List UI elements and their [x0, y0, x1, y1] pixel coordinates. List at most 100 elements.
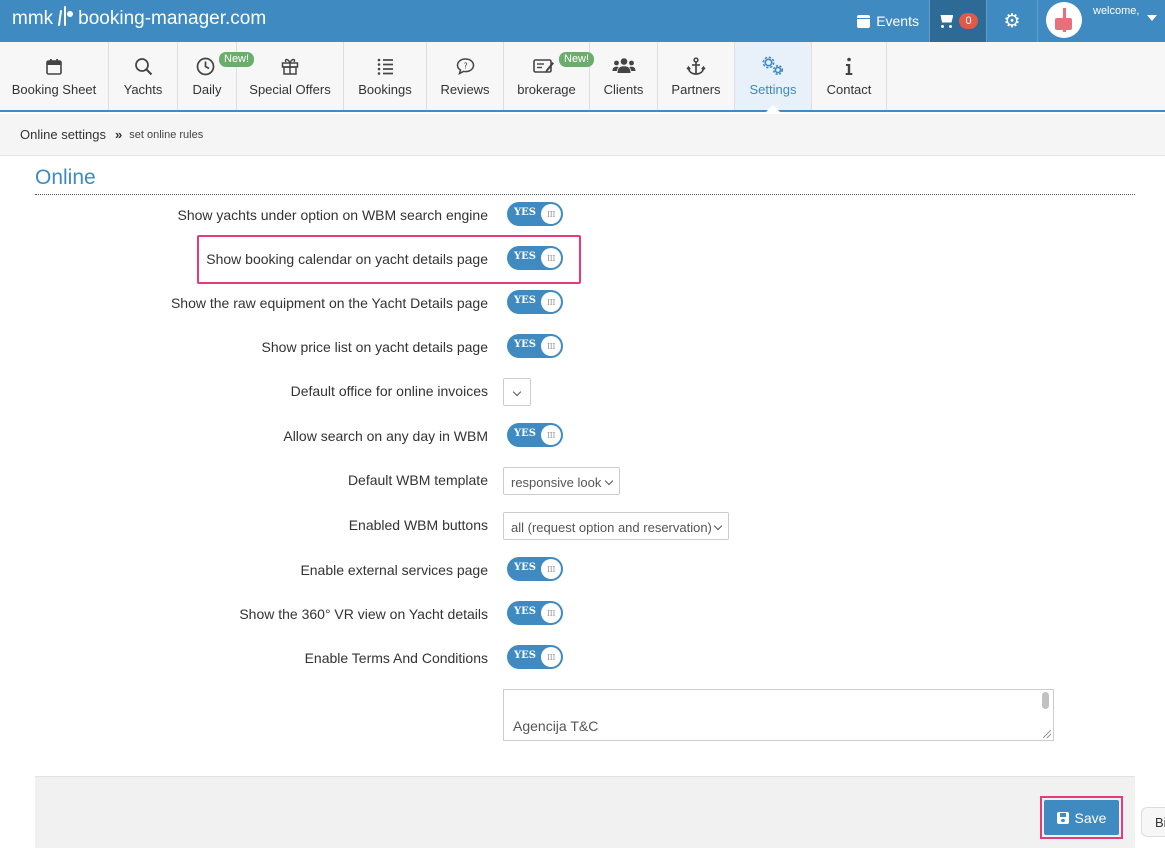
- toggle-knob: III: [541, 603, 561, 623]
- setting-label: Show the raw equipment on the Yacht Deta…: [170, 295, 488, 311]
- setting-label: Allow search on any day in WBM: [283, 428, 488, 444]
- toggle-switch[interactable]: YES III: [507, 202, 563, 226]
- nav-label: Contact: [826, 82, 872, 97]
- nav-label: Bookings: [358, 82, 412, 97]
- events-button[interactable]: Events: [857, 0, 929, 42]
- toggle-state: YES: [514, 295, 536, 306]
- nav-label: Booking Sheet: [11, 82, 97, 97]
- anchor-icon: [686, 55, 706, 77]
- nav-special-offers[interactable]: Special Offers: [237, 42, 344, 110]
- save-button[interactable]: Save: [1044, 800, 1119, 835]
- nav-booking-sheet[interactable]: Booking Sheet: [0, 42, 109, 110]
- caret-down-icon: [1147, 15, 1157, 21]
- logo-mark-icon: [55, 6, 75, 30]
- toggle-switch[interactable]: YES III: [507, 601, 563, 625]
- cart-count-badge: 0: [959, 13, 978, 29]
- setting-label: Show the 360° VR view on Yacht details: [239, 606, 488, 622]
- nav-label: Clients: [603, 82, 644, 97]
- highlight-box: [197, 235, 581, 284]
- toggle-switch[interactable]: YES III: [507, 290, 563, 314]
- toggle-knob: III: [541, 647, 561, 667]
- avatar: [1046, 2, 1082, 38]
- toggle-switch[interactable]: YES III: [507, 334, 563, 358]
- user-menu[interactable]: welcome,: [1037, 0, 1165, 42]
- toggle-state: YES: [514, 650, 536, 661]
- toggle-knob: III: [541, 425, 561, 445]
- toggle-state: YES: [514, 207, 536, 218]
- default-office-select[interactable]: [503, 378, 531, 406]
- nav-label: Daily: [192, 82, 222, 97]
- setting-row-wbm-buttons: Enabled WBM buttons all (request option …: [0, 512, 1165, 540]
- setting-row-wbm-template: Default WBM template responsive look: [0, 467, 1165, 495]
- setting-row-yachts-under-option: Show yachts under option on WBM search e…: [0, 202, 1165, 228]
- wbm-template-select[interactable]: responsive look: [503, 467, 620, 495]
- nav-clients[interactable]: Clients: [590, 42, 658, 110]
- setting-row-vr-view: Show the 360° VR view on Yacht details Y…: [0, 601, 1165, 627]
- wbm-buttons-select[interactable]: all (request option and reservation): [503, 512, 729, 540]
- gift-icon: [281, 55, 299, 77]
- nav-partners[interactable]: Partners: [658, 42, 735, 110]
- select-value: all (request option and reservation): [511, 520, 712, 535]
- setting-label: Enable Terms And Conditions: [304, 650, 488, 666]
- setting-label: Enabled WBM buttons: [348, 517, 488, 533]
- form-footer: [35, 776, 1135, 848]
- nav-reviews[interactable]: ? Reviews: [427, 42, 504, 110]
- nav-bookings[interactable]: Bookings: [344, 42, 427, 110]
- save-label: Save: [1074, 809, 1107, 826]
- setting-row-price-list: Show price list on yacht details page YE…: [0, 334, 1165, 360]
- events-label: Events: [876, 13, 919, 29]
- users-icon: [612, 55, 636, 77]
- setting-row-default-office: Default office for online invoices: [0, 378, 1165, 406]
- toggle-switch[interactable]: YES III: [507, 423, 563, 447]
- comment-icon: ?: [456, 55, 475, 77]
- toggle-switch[interactable]: YES III: [507, 645, 563, 669]
- setting-label: Show price list on yacht details page: [261, 339, 488, 355]
- scrollbar[interactable]: [1042, 692, 1049, 709]
- nav-settings[interactable]: Settings: [735, 42, 812, 112]
- setting-label: Default office for online invoices: [290, 383, 488, 399]
- logo-prefix: mmk: [12, 8, 54, 29]
- setting-row-raw-equipment: Show the raw equipment on the Yacht Deta…: [0, 290, 1165, 316]
- toggle-state: YES: [514, 606, 536, 617]
- toggle-knob: III: [541, 204, 561, 224]
- setting-row-booking-calendar: Show booking calendar on yacht details p…: [0, 246, 1165, 272]
- calendar-icon: [857, 14, 871, 28]
- cart-icon: [938, 14, 956, 29]
- chevron-down-icon: [512, 387, 522, 397]
- new-badge: New!: [559, 52, 595, 67]
- toggle-knob: III: [541, 292, 561, 312]
- side-tab[interactable]: Bi: [1141, 807, 1165, 837]
- gear-icon: ⚙: [1003, 10, 1021, 32]
- resize-handle[interactable]: [1043, 730, 1051, 738]
- search-icon: [134, 55, 153, 77]
- setting-label: Default WBM template: [347, 472, 488, 488]
- nav-label: Partners: [671, 82, 721, 97]
- calendar-icon: [46, 55, 62, 77]
- toggle-switch[interactable]: YES III: [507, 557, 563, 581]
- breadcrumb-parent[interactable]: Online settings: [20, 127, 106, 142]
- toggle-knob: III: [541, 559, 561, 579]
- settings-gear-button[interactable]: ⚙: [986, 0, 1037, 42]
- terms-textarea[interactable]: Agencija T&C: [503, 689, 1054, 741]
- setting-row-terms: Enable Terms And Conditions YES III: [0, 645, 1165, 671]
- chevron-down-icon: [604, 476, 614, 486]
- setting-row-search-any-day: Allow search on any day in WBM YES III: [0, 423, 1165, 449]
- nav-daily[interactable]: New! Daily: [178, 42, 255, 110]
- top-bar: mmk booking-manager.com Events 0 ⚙ welco…: [0, 0, 1165, 42]
- welcome-text: welcome,: [1093, 5, 1140, 17]
- section-divider: [35, 194, 1135, 195]
- main-nav: Booking Sheet Yachts New! Daily Special …: [0, 42, 1165, 112]
- cart-button[interactable]: 0: [929, 0, 986, 42]
- logo[interactable]: mmk booking-manager.com: [12, 6, 266, 30]
- breadcrumb-current: set online rules: [129, 128, 204, 141]
- list-icon: [376, 55, 394, 77]
- info-icon: [844, 55, 854, 77]
- nav-brokerage[interactable]: New! brokerage: [504, 42, 595, 110]
- breadcrumb: Online settings » set online rules: [0, 114, 1165, 156]
- nav-contact[interactable]: Contact: [812, 42, 887, 110]
- nav-yachts[interactable]: Yachts: [109, 42, 178, 110]
- toggle-state: YES: [514, 339, 536, 350]
- double-chevron-right-icon: »: [115, 127, 123, 142]
- select-value: responsive look: [511, 475, 602, 490]
- setting-row-external-services: Enable external services page YES III: [0, 557, 1165, 583]
